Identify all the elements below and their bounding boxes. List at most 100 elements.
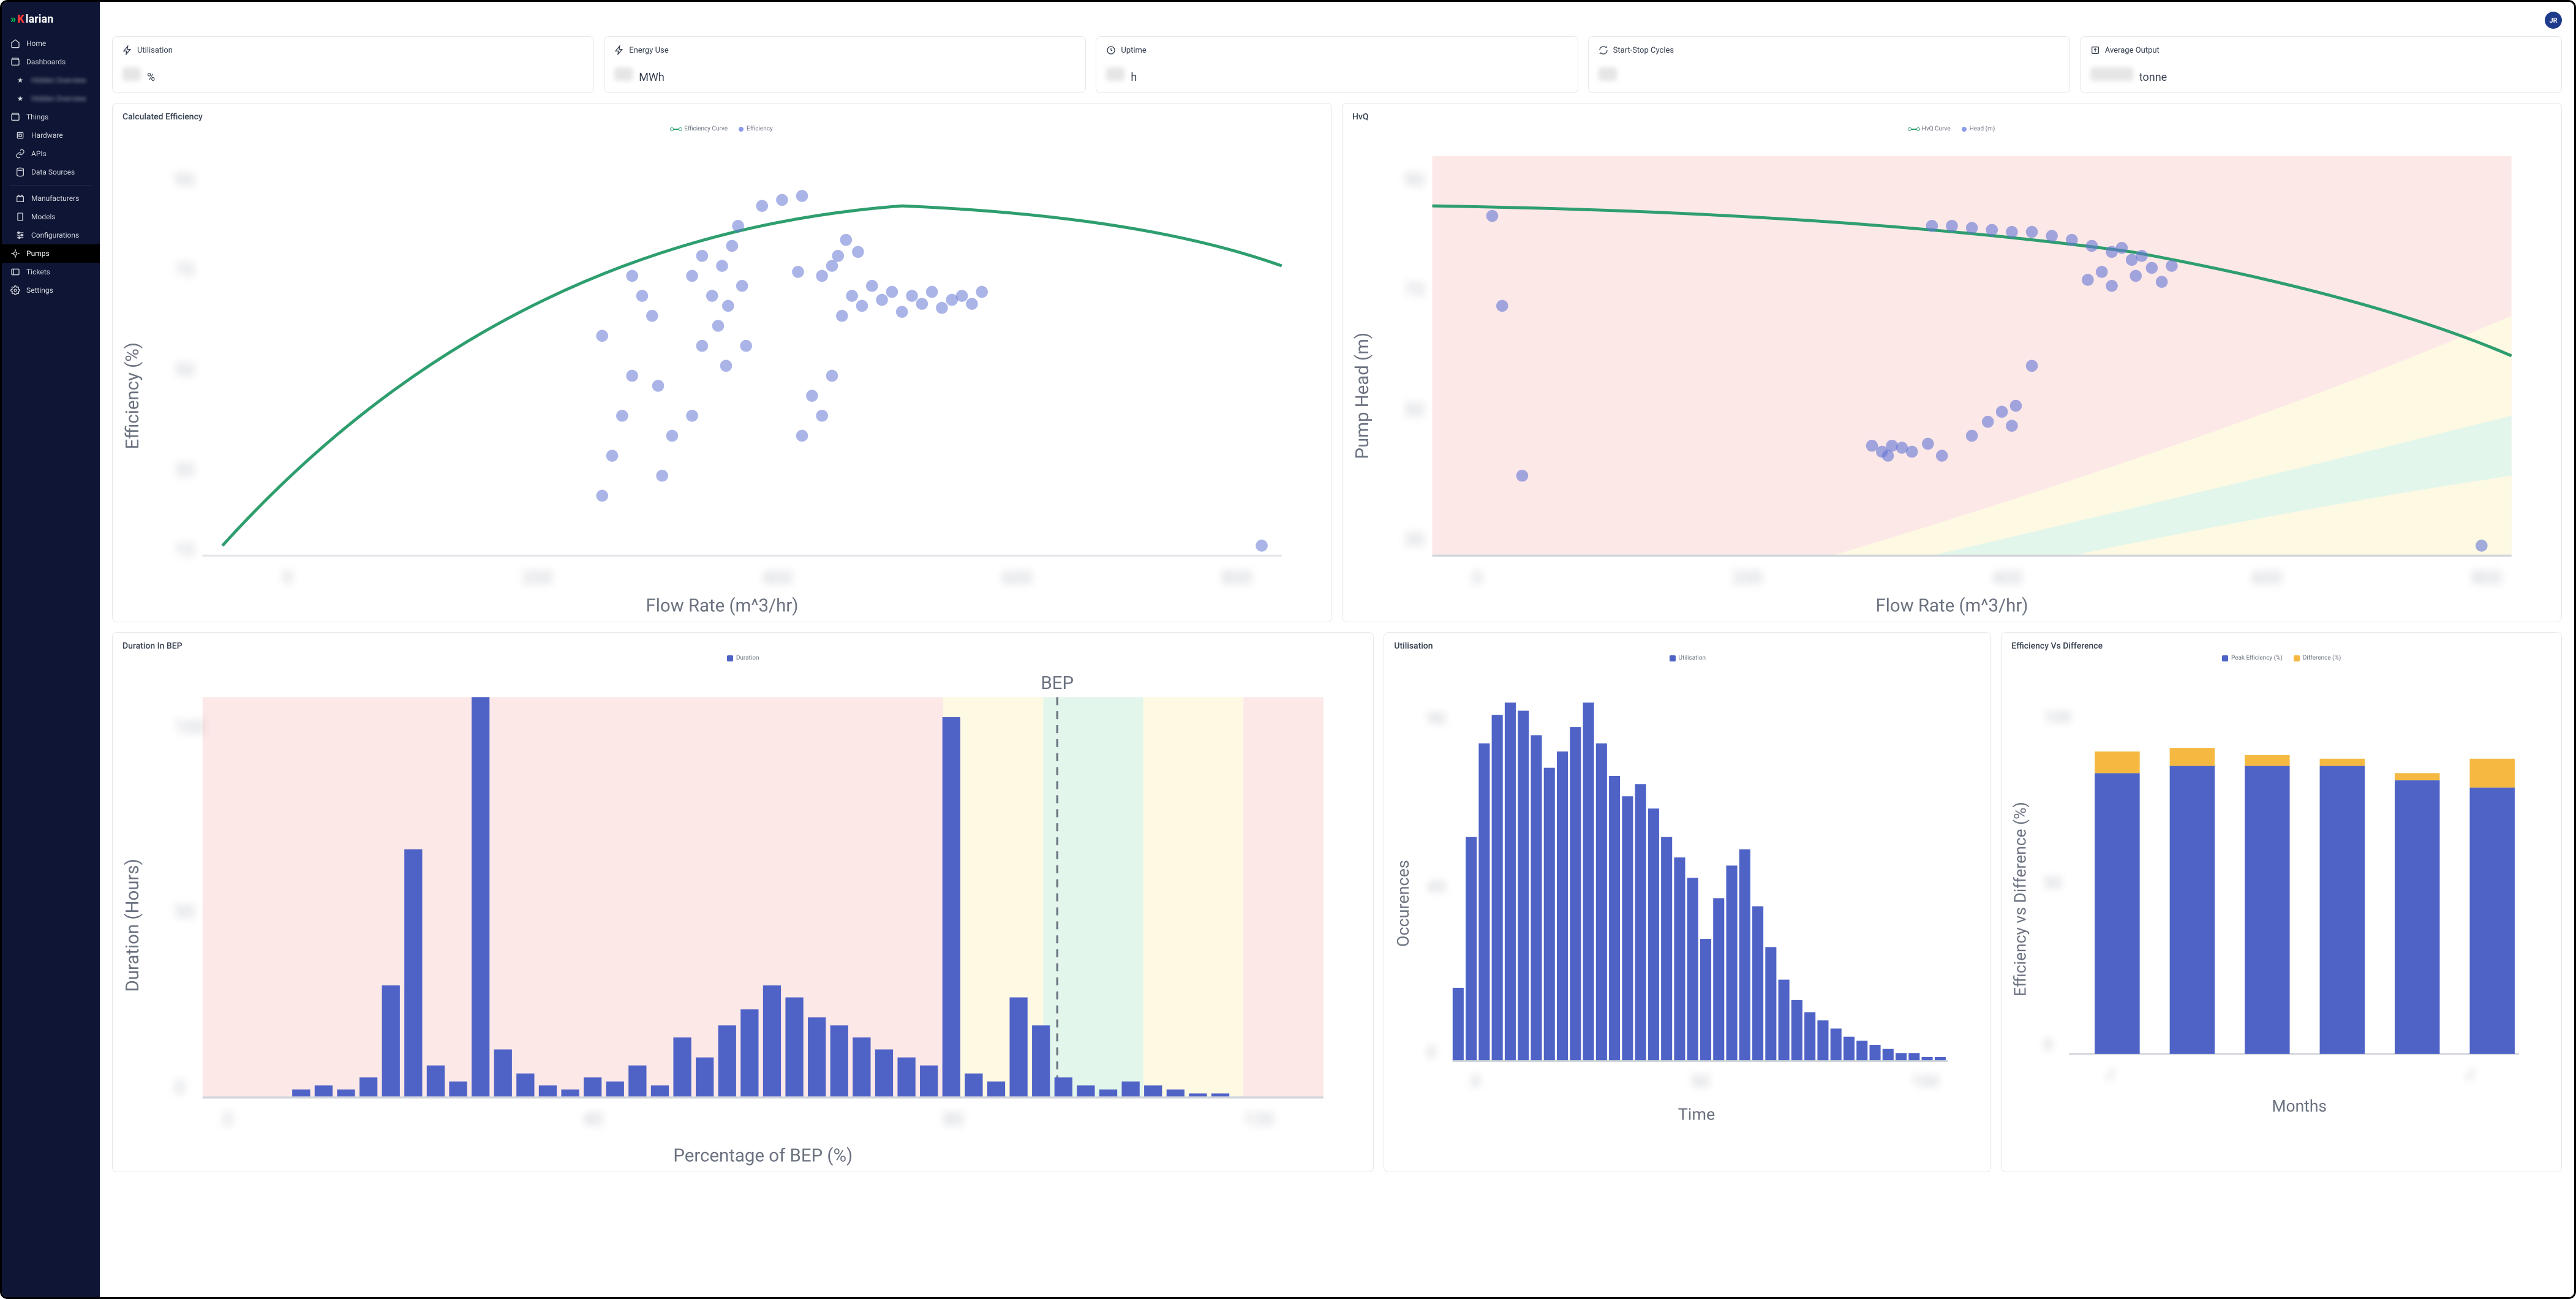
star-icon: ★ <box>15 94 25 104</box>
svg-text:90: 90 <box>175 170 195 191</box>
nav-models[interactable]: Models <box>2 208 100 226</box>
user-avatar[interactable]: JR <box>2545 12 2562 29</box>
chart-util: Utilisation Utilisation Occurences 90450… <box>1384 632 1991 1172</box>
nav-star-2-label: Hidden Overview <box>31 94 86 103</box>
logo-k: K <box>17 13 24 26</box>
nav-star-1[interactable]: ★ Hidden Overview <box>2 71 100 89</box>
nav-separator <box>10 185 91 186</box>
chart-bep-legend: Duration <box>122 655 1363 661</box>
svg-text:50: 50 <box>2044 874 2062 893</box>
chart-efficiency-legend: Efficiency Curve Efficiency <box>122 126 1322 132</box>
legend-util[interactable]: Utilisation <box>1670 655 1706 661</box>
kpi-row: Utilisation % Energy Use MWh <box>112 36 2562 93</box>
svg-text:10: 10 <box>175 540 195 560</box>
svg-text:Occurences: Occurences <box>1394 860 1413 947</box>
nav-settings[interactable]: Settings <box>2 281 100 299</box>
manufacturers-icon <box>15 194 25 203</box>
topbar: JR <box>112 9 2562 36</box>
app-shell: »Klarian Home Dashboards ★ Hidden Overvi… <box>0 0 2576 1299</box>
nav-things[interactable]: Things <box>2 108 100 126</box>
kpi-uptime-value <box>1106 67 1124 81</box>
chart-effdiff-plot[interactable]: Efficiency vs Difference (%) 100500 JJ M… <box>2011 665 2552 1115</box>
apis-icon <box>15 149 25 159</box>
nav-settings-label: Settings <box>26 286 53 295</box>
chart-effdiff-legend: Peak Efficiency (%) Difference (%) <box>2011 655 2552 661</box>
home-icon <box>10 39 20 48</box>
kpi-cycles-value <box>1599 67 1617 81</box>
lightning-icon <box>122 45 132 55</box>
legend-efficiency-points[interactable]: Efficiency <box>739 126 773 132</box>
chart-effdiff: Efficiency Vs Difference Peak Efficiency… <box>2001 632 2562 1172</box>
hvq-ylabel: Pump Head (m) <box>1352 333 1373 459</box>
nav-dashboards[interactable]: Dashboards <box>2 53 100 71</box>
legend-hvq-head[interactable]: Head (m) <box>1962 126 1995 132</box>
chart-bep-plot[interactable]: Duration (Hours) BEP <box>122 665 1363 1165</box>
svg-text:J: J <box>2465 1064 2474 1083</box>
nav-home[interactable]: Home <box>2 34 100 53</box>
nav-manufacturers[interactable]: Manufacturers <box>2 189 100 208</box>
configurations-icon <box>15 230 25 240</box>
svg-text:0: 0 <box>175 1078 185 1099</box>
svg-text:0: 0 <box>1427 1042 1436 1062</box>
logo-chevron-icon: » <box>10 13 16 26</box>
nav-apis[interactable]: APIs <box>2 145 100 163</box>
chart-hvq-title: HvQ <box>1352 112 2552 122</box>
kpi-output-value <box>2090 67 2133 81</box>
nav-data-sources[interactable]: Data Sources <box>2 163 100 181</box>
chart-row-2: Duration In BEP Duration Duration (Hours… <box>112 632 2562 1172</box>
export-icon <box>2090 45 2100 55</box>
chart-util-legend: Utilisation <box>1394 655 1981 661</box>
pumps-icon <box>10 249 20 258</box>
svg-text:J: J <box>2105 1064 2114 1083</box>
logo-text: larian <box>26 13 53 26</box>
svg-text:70: 70 <box>175 260 195 281</box>
sidebar: »Klarian Home Dashboards ★ Hidden Overvi… <box>2 2 100 1297</box>
nav-tickets[interactable]: Tickets <box>2 263 100 281</box>
chart-hvq-plot[interactable]: Pump Head (m) <box>1352 136 2552 616</box>
svg-text:50: 50 <box>175 902 195 922</box>
svg-text:Time: Time <box>1678 1105 1715 1124</box>
nav-configurations[interactable]: Configurations <box>2 226 100 244</box>
kpi-uptime-label: Uptime <box>1121 46 1146 55</box>
nav-home-label: Home <box>26 39 46 48</box>
kpi-output-unit: tonne <box>2139 71 2167 84</box>
nav-apis-label: APIs <box>31 149 47 158</box>
legend-peak-eff[interactable]: Peak Efficiency (%) <box>2222 655 2283 661</box>
nav-things-label: Things <box>26 113 48 121</box>
chart-efficiency-plot[interactable]: Efficiency (%) 9070503010 <box>122 136 1322 616</box>
things-icon <box>10 112 20 122</box>
legend-efficiency-curve[interactable]: Efficiency Curve <box>671 126 728 132</box>
chart-hvq-legend: HvQ Curve Head (m) <box>1352 126 2552 132</box>
svg-text:100: 100 <box>1911 1072 1939 1091</box>
nav-manufacturers-label: Manufacturers <box>31 194 79 203</box>
efficiency-xlabel: Flow Rate (m^3/hr) <box>646 596 799 616</box>
svg-text:50: 50 <box>1691 1072 1709 1091</box>
legend-bep-duration[interactable]: Duration <box>727 655 759 661</box>
kpi-output-label: Average Output <box>2105 46 2160 55</box>
legend-diff[interactable]: Difference (%) <box>2294 655 2341 661</box>
svg-text:0: 0 <box>222 1110 233 1131</box>
tickets-icon <box>10 267 20 277</box>
chart-util-plot[interactable]: Occurences 90450 050100 Time <box>1394 665 1981 1123</box>
svg-text:Efficiency vs Difference (%): Efficiency vs Difference (%) <box>2011 802 2030 996</box>
svg-text:45: 45 <box>1427 877 1445 897</box>
svg-text:0: 0 <box>1472 568 1483 589</box>
chart-efficiency: Calculated Efficiency Efficiency Curve E… <box>112 103 1332 622</box>
nav-configurations-label: Configurations <box>31 231 79 239</box>
kpi-energy: Energy Use MWh <box>604 36 1086 93</box>
svg-text:120: 120 <box>1243 1110 1274 1131</box>
data-sources-icon <box>15 167 25 177</box>
nav-hardware[interactable]: Hardware <box>2 126 100 145</box>
svg-text:30: 30 <box>175 460 195 481</box>
main-content: JR Utilisation % Energy Use <box>100 2 2574 1297</box>
kpi-utilisation-value <box>122 67 141 81</box>
svg-text:0: 0 <box>1471 1072 1480 1091</box>
nav-pumps[interactable]: Pumps <box>2 244 100 263</box>
legend-hvq-curve[interactable]: HvQ Curve <box>1909 126 1951 132</box>
svg-text:50: 50 <box>175 360 195 381</box>
nav: Home Dashboards ★ Hidden Overview ★ Hidd… <box>2 34 100 299</box>
svg-text:70: 70 <box>1404 280 1425 301</box>
star-icon: ★ <box>15 75 25 85</box>
nav-star-2[interactable]: ★ Hidden Overview <box>2 89 100 108</box>
svg-text:200: 200 <box>1732 568 1763 589</box>
